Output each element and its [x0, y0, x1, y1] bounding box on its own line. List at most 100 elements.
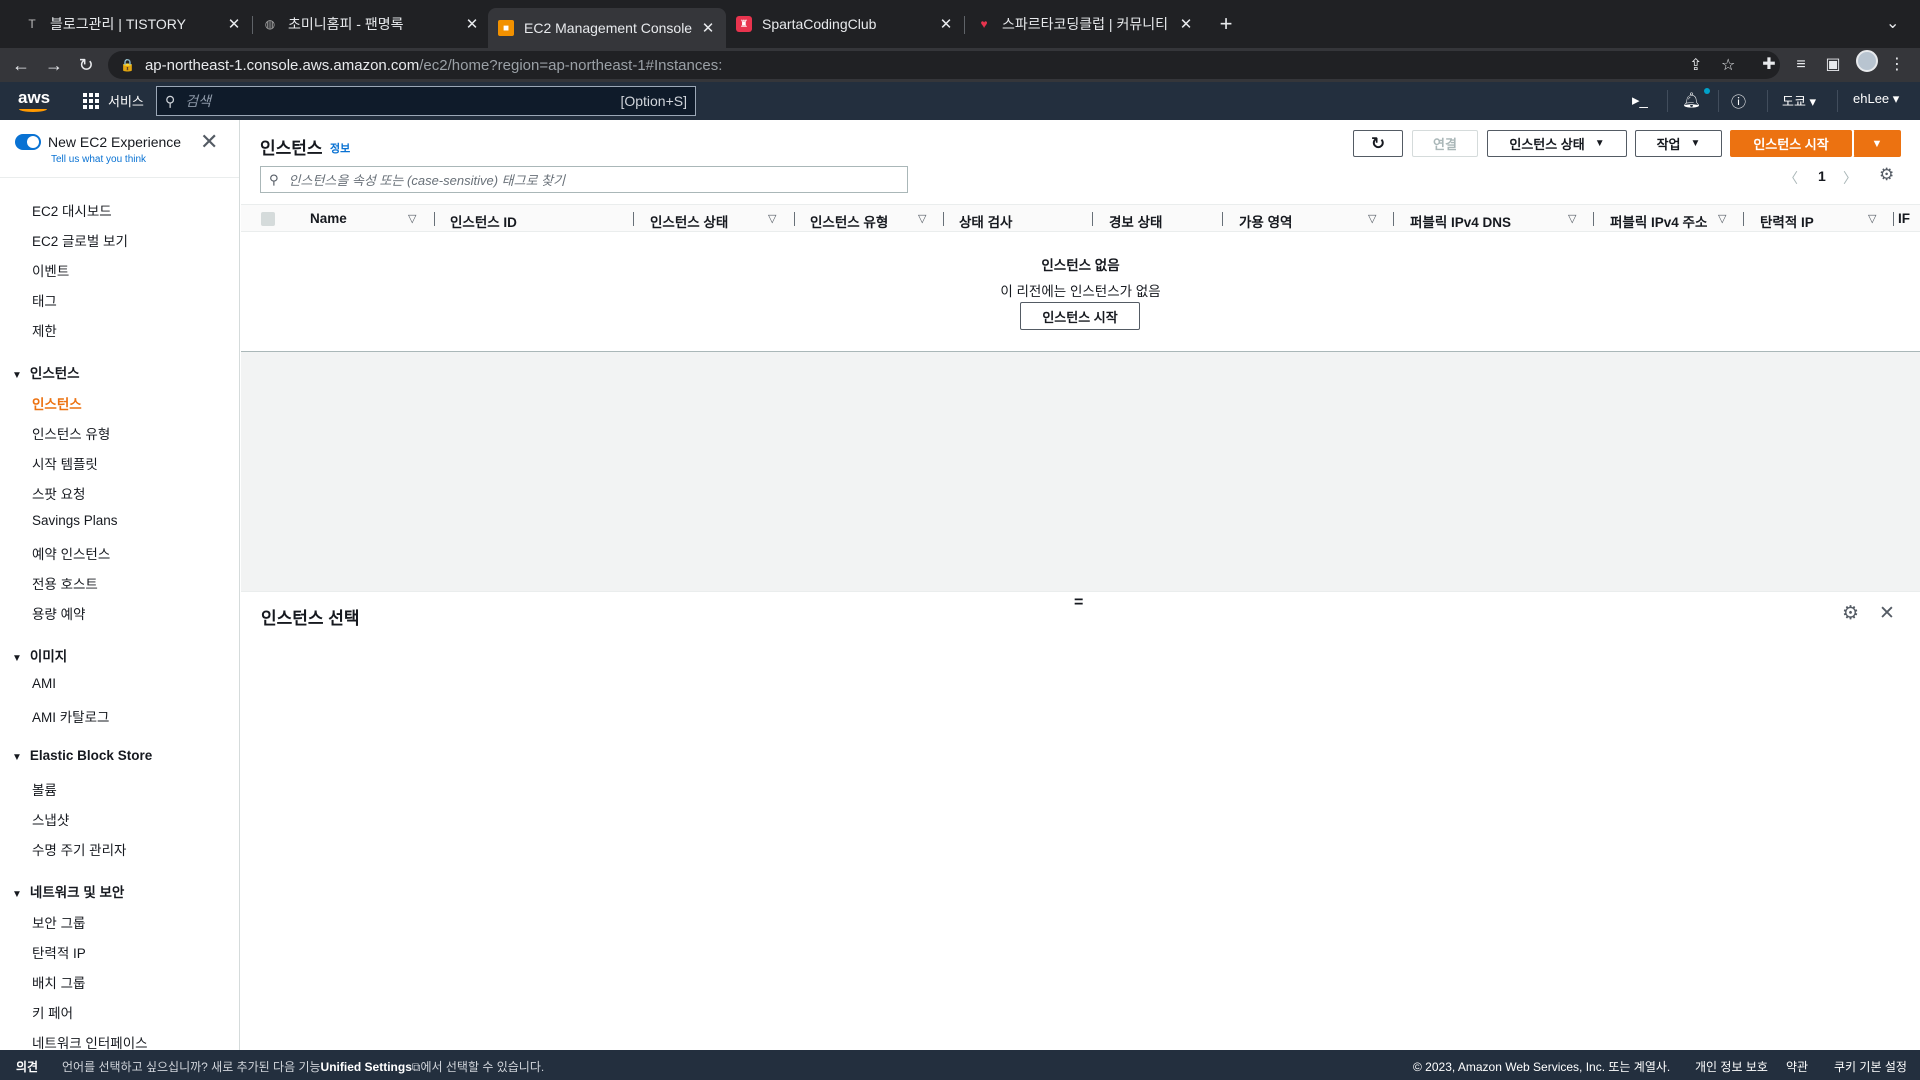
browser-tab-ec2[interactable]: ■ EC2 Management Console ✕ — [488, 8, 726, 48]
column-status-check[interactable]: 상태 검사 — [959, 211, 1012, 231]
gear-icon[interactable]: ⚙ — [1879, 165, 1894, 185]
kebab-menu-icon[interactable]: ⋮ — [1886, 54, 1908, 76]
sort-icon[interactable]: ▽ — [408, 212, 416, 225]
sidebar-group-instances[interactable]: ▼ 인스턴스 — [12, 362, 80, 382]
reading-list-icon[interactable]: ≡ — [1790, 54, 1812, 76]
sort-icon[interactable]: ▽ — [1568, 212, 1576, 225]
star-bookmark-icon[interactable]: ☆ — [1721, 55, 1735, 75]
select-all-checkbox[interactable] — [261, 212, 275, 226]
column-alarm-status[interactable]: 경보 상태 — [1109, 211, 1162, 231]
sidebar-group-ebs[interactable]: ▼ Elastic Block Store — [12, 748, 152, 763]
new-tab-plus-icon[interactable]: + — [1214, 12, 1238, 36]
browser-tab-sparta[interactable]: ♜ SpartaCodingClub ✕ — [726, 8, 964, 40]
column-instance-type[interactable]: 인스턴스 유형 — [810, 211, 888, 231]
sidebar-item-limits[interactable]: 제한 — [32, 320, 57, 340]
column-public-ipv4-address[interactable]: 퍼블릭 IPv4 주소 — [1610, 211, 1707, 231]
sidebar-item-savings-plans[interactable]: Savings Plans — [32, 513, 118, 528]
refresh-button[interactable]: ↻ — [1353, 130, 1403, 157]
sidebar-item-elastic-ips[interactable]: 탄력적 IP — [32, 942, 86, 962]
new-experience-toggle[interactable] — [15, 134, 41, 150]
feedback-link[interactable]: Tell us what you think — [51, 154, 146, 165]
split-panel-drag-handle[interactable]: = — [1074, 594, 1083, 612]
next-page-icon[interactable]: 〉 — [1843, 168, 1857, 188]
sidebar-item-volumes[interactable]: 볼륨 — [32, 779, 57, 799]
unified-settings-link[interactable]: Unified Settings — [321, 1060, 412, 1074]
sidebar-item-events[interactable]: 이벤트 — [32, 260, 69, 280]
privacy-link[interactable]: 개인 정보 보호 — [1695, 1058, 1768, 1075]
sidebar-item-global-view[interactable]: EC2 글로벌 보기 — [32, 230, 128, 250]
chevron-down-icon[interactable]: ⌄ — [1886, 13, 1899, 33]
sidebar-group-network-security[interactable]: ▼ 네트워크 및 보안 — [12, 881, 124, 901]
cookie-preferences-link[interactable]: 쿠키 기본 설정 — [1834, 1058, 1907, 1075]
browser-tab-tistory[interactable]: T 블로그관리 | TISTORY ✕ — [14, 8, 252, 40]
launch-dropdown-button[interactable]: ▼ — [1853, 130, 1901, 157]
page-number[interactable]: 1 — [1818, 168, 1826, 184]
sidebar-item-network-interfaces[interactable]: 네트워크 인터페이스 — [32, 1032, 148, 1050]
terms-link[interactable]: 약관 — [1786, 1058, 1808, 1075]
sidebar-item-placement-groups[interactable]: 배치 그룹 — [32, 972, 85, 992]
account-menu[interactable]: ehLee ▾ — [1853, 91, 1899, 107]
column-instance-state[interactable]: 인스턴스 상태 — [650, 211, 728, 231]
sort-icon[interactable]: ▽ — [1718, 212, 1726, 225]
sort-icon[interactable]: ▽ — [1368, 212, 1376, 225]
sidebar-item-reserved-instances[interactable]: 예약 인스턴스 — [32, 543, 110, 563]
sidebar-item-snapshots[interactable]: 스냅샷 — [32, 809, 69, 829]
sort-icon[interactable]: ▽ — [1868, 212, 1876, 225]
instance-filter-input[interactable]: ⚲ 인스턴스을 속성 또는 (case-sensitive) 태그로 찾기 — [260, 166, 908, 193]
gear-icon[interactable]: ⚙ — [1842, 602, 1859, 625]
instance-state-dropdown[interactable]: 인스턴스 상태 ▼ — [1487, 130, 1627, 157]
sidebar-item-dedicated-hosts[interactable]: 전용 호스트 — [32, 573, 98, 593]
actions-dropdown[interactable]: 작업 ▼ — [1635, 130, 1722, 157]
sidebar-item-ec2-dashboard[interactable]: EC2 대시보드 — [32, 200, 112, 220]
reload-icon[interactable]: ↻ — [73, 52, 99, 78]
column-public-ipv4-dns[interactable]: 퍼블릭 IPv4 DNS — [1410, 211, 1511, 231]
column-elastic-ip[interactable]: 탄력적 IP — [1760, 211, 1814, 231]
sidebar-item-security-groups[interactable]: 보안 그룹 — [32, 912, 85, 932]
sidebar-item-key-pairs[interactable]: 키 페어 — [32, 1002, 73, 1022]
help-icon[interactable]: ⓘ — [1731, 91, 1746, 112]
sidebar-item-spot-requests[interactable]: 스팟 요청 — [32, 483, 85, 503]
launch-instances-button[interactable]: 인스턴스 시작 — [1730, 130, 1852, 157]
info-link[interactable]: 정보 — [330, 140, 350, 156]
sort-icon[interactable]: ▽ — [918, 212, 926, 225]
address-bar[interactable]: 🔒 ap-northeast-1.console.aws.amazon.com /… — [108, 51, 1780, 79]
sidebar-item-instance-types[interactable]: 인스턴스 유형 — [32, 423, 110, 443]
share-icon[interactable]: ⇪ — [1689, 55, 1702, 75]
bell-notification-icon[interactable]: 🔔︎ — [1682, 91, 1701, 109]
close-icon[interactable]: ✕ — [938, 15, 954, 33]
sort-icon[interactable]: ▽ — [768, 212, 776, 225]
column-instance-id[interactable]: 인스턴스 ID — [450, 211, 517, 231]
browser-tab-minihompy[interactable]: ◍ 초미니홈피 - 팬명록 ✕ — [252, 8, 490, 40]
column-name[interactable]: Name — [310, 211, 347, 226]
sidebar-item-lifecycle-manager[interactable]: 수명 주기 관리자 — [32, 839, 126, 859]
side-panel-icon[interactable]: ▣ — [1822, 54, 1844, 76]
back-arrow-icon[interactable]: ← — [8, 52, 34, 78]
sidebar-item-tags[interactable]: 태그 — [32, 290, 57, 310]
browser-tab-community[interactable]: ♥ 스파르타코딩클럽 | 커뮤니티 ✕ — [966, 8, 1204, 40]
connect-button[interactable]: 연결 — [1412, 130, 1478, 157]
sidebar-item-instances[interactable]: 인스턴스 — [32, 393, 82, 413]
services-menu-button[interactable]: 서비스 — [83, 91, 144, 110]
close-icon[interactable]: ✕ — [200, 131, 218, 153]
close-icon[interactable]: ✕ — [700, 19, 716, 37]
column-ipv6[interactable]: IF — [1893, 211, 1920, 226]
column-availability-zone[interactable]: 가용 영역 — [1239, 211, 1292, 231]
sidebar-item-launch-templates[interactable]: 시작 템플릿 — [32, 453, 98, 473]
sidebar-group-images[interactable]: ▼ 이미지 — [12, 645, 67, 665]
close-icon[interactable]: ✕ — [1879, 602, 1895, 625]
aws-search-input[interactable]: ⚲ 검색 [Option+S] — [156, 86, 696, 116]
forward-arrow-icon[interactable]: → — [41, 52, 67, 78]
close-icon[interactable]: ✕ — [464, 15, 480, 33]
close-icon[interactable]: ✕ — [1178, 15, 1194, 33]
sidebar-item-ami-catalog[interactable]: AMI 카탈로그 — [32, 706, 109, 726]
empty-launch-instances-button[interactable]: 인스턴스 시작 — [1020, 302, 1140, 330]
cloudshell-icon[interactable]: ▸_ — [1632, 91, 1648, 109]
feedback-button[interactable]: 의견 — [16, 1058, 38, 1075]
sidebar-item-ami[interactable]: AMI — [32, 676, 56, 691]
sidebar-item-capacity-reservations[interactable]: 용량 예약 — [32, 603, 85, 623]
profile-avatar[interactable] — [1856, 50, 1878, 72]
prev-page-icon[interactable]: 〈 — [1784, 168, 1798, 188]
aws-logo[interactable]: aws — [18, 88, 50, 112]
close-icon[interactable]: ✕ — [226, 15, 242, 33]
extensions-puzzle-icon[interactable]: ✚ — [1758, 54, 1780, 76]
